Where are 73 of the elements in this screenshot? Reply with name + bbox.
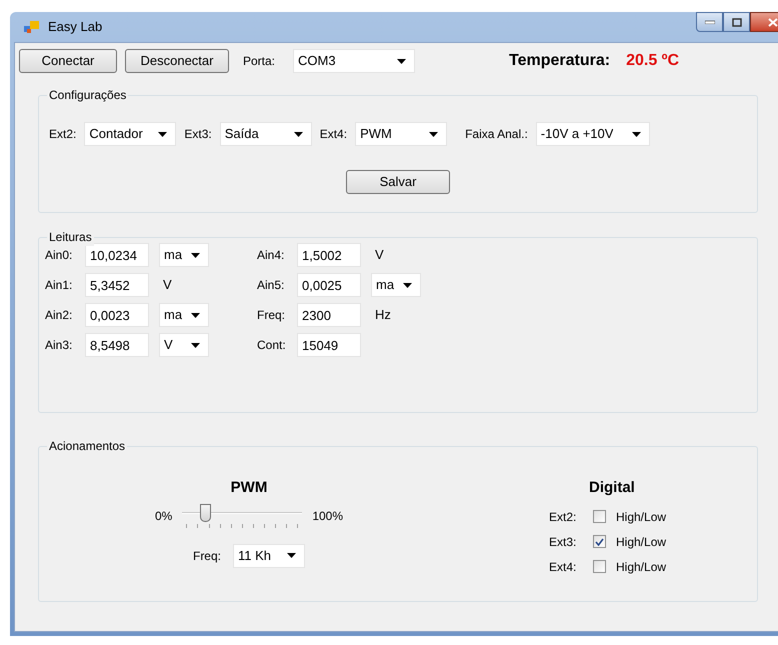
caret-icon — [191, 252, 200, 258]
checkbox-label: High/Low — [616, 558, 666, 576]
field-label: Ain5: — [257, 277, 286, 294]
value-field[interactable]: 0,0023 — [85, 303, 149, 327]
digital-title: Digital — [589, 478, 636, 498]
dropdown[interactable]: COM3 — [293, 49, 416, 73]
dropdown[interactable]: -10V a +10V — [536, 122, 650, 146]
dropdown[interactable]: PWM — [355, 122, 448, 146]
caret-icon — [429, 132, 438, 136]
port-label: Porta: — [243, 53, 276, 70]
value-field[interactable]: 15049 — [297, 333, 361, 357]
dropdown[interactable]: ma — [159, 303, 209, 327]
close-icon — [768, 18, 778, 26]
caret-icon — [403, 282, 412, 288]
field-label: Ain0: — [45, 247, 74, 264]
window-title: Easy Lab — [48, 18, 102, 36]
field-label: Ext3: — [549, 534, 578, 550]
caret-icon — [397, 58, 406, 64]
field-label: Freq: — [257, 307, 286, 324]
minimize-icon — [704, 20, 714, 24]
value-field[interactable]: 0,0025 — [297, 273, 361, 297]
unit-label: V — [374, 246, 385, 264]
button[interactable]: Desconectar — [125, 49, 229, 73]
temperature-value: 20.5 ºC — [626, 51, 680, 71]
dropdown[interactable]: V — [159, 333, 209, 357]
field-label: Ext4: — [320, 126, 348, 143]
button[interactable]: Salvar — [346, 170, 450, 194]
caret-icon — [632, 132, 641, 136]
field-label: Ain4: — [257, 247, 286, 264]
caret-icon — [191, 342, 200, 348]
field-label: Ext4: — [549, 558, 578, 576]
value-field[interactable]: 1,5002 — [297, 243, 361, 267]
minimize-button[interactable] — [696, 12, 723, 32]
checkbox[interactable] — [593, 535, 606, 548]
pwm-slider[interactable] — [180, 502, 304, 530]
field-label: Cont: — [257, 337, 287, 354]
field-label: Ain2: — [45, 307, 74, 324]
field-label: Ext2: — [49, 126, 76, 143]
value-field[interactable]: 2300 — [297, 303, 361, 327]
maximize-button[interactable] — [723, 12, 750, 32]
maximize-icon — [732, 18, 742, 26]
field-label: Freq: — [192, 548, 221, 564]
checkbox[interactable] — [593, 560, 606, 573]
caret-icon — [287, 553, 296, 558]
max-label: 100% — [312, 508, 344, 524]
unit-label: Hz — [374, 306, 392, 324]
dropdown[interactable]: Contador — [84, 122, 176, 146]
dropdown[interactable]: Saída — [220, 122, 312, 146]
temperature-label: Temperatura: — [509, 51, 610, 71]
field-label: Faixa Anal.: — [465, 126, 528, 143]
checkbox-label: High/Low — [616, 508, 666, 526]
caret-icon — [294, 132, 303, 136]
app-icon — [24, 20, 40, 34]
field-label: Ain1: — [45, 277, 74, 294]
value-field[interactable]: 5,3452 — [85, 273, 149, 297]
field-label: Ext2: — [549, 508, 578, 526]
dropdown[interactable]: ma — [371, 273, 421, 297]
caret-icon — [158, 132, 168, 136]
caret-icon — [191, 312, 200, 318]
unit-label: V — [162, 276, 173, 294]
dropdown[interactable]: ma — [159, 243, 209, 267]
button[interactable]: Conectar — [19, 49, 117, 73]
value-field[interactable]: 8,5498 — [85, 333, 149, 357]
checkbox[interactable] — [593, 510, 606, 523]
pwm-title: PWM — [230, 478, 268, 498]
value-field[interactable]: 10,0234 — [85, 243, 149, 267]
check-icon — [595, 538, 604, 546]
field-label: Ext3: — [184, 126, 212, 143]
min-label: 0% — [154, 508, 172, 524]
dropdown[interactable]: 11 Kh — [233, 544, 305, 568]
slider-thumb[interactable] — [200, 504, 212, 522]
field-label: Ain3: — [45, 337, 74, 354]
checkbox-label: High/Low — [616, 534, 666, 550]
